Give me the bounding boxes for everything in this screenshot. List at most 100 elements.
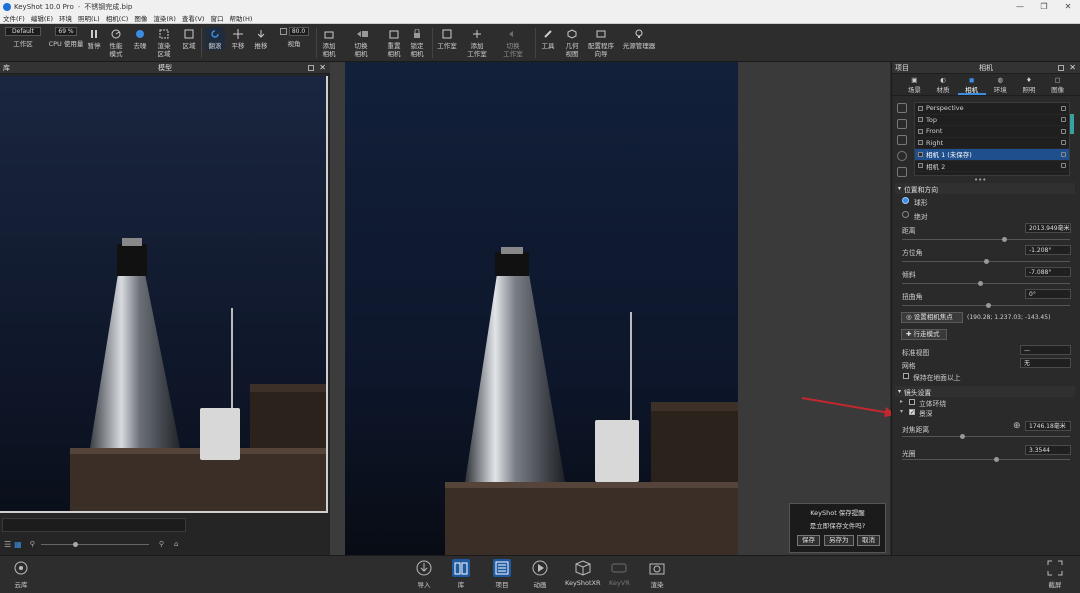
- zoom-out-icon[interactable]: ⚲: [30, 540, 35, 548]
- walk-mode-button[interactable]: ✚ 行走模式: [901, 329, 947, 340]
- set-pivot-button[interactable]: ◎ 设置相机焦点: [901, 312, 963, 323]
- camera-list-item[interactable]: 相机 2: [915, 161, 1069, 172]
- tab-camera[interactable]: ◼ 相机: [957, 74, 986, 95]
- tab-scene[interactable]: ▣ 场景: [900, 74, 928, 95]
- tab-lighting[interactable]: ♦ 照明: [1015, 74, 1043, 95]
- lock-icon[interactable]: [1061, 128, 1066, 134]
- menu-environment[interactable]: 环境: [59, 13, 72, 23]
- camera-list-item-selected[interactable]: 相机 1 (未保存): [915, 149, 1069, 161]
- menu-edit[interactable]: 编辑(E): [31, 13, 53, 23]
- menu-help[interactable]: 帮助(H): [229, 13, 252, 23]
- tumble-button[interactable]: 翻滚: [205, 27, 225, 50]
- light-manager-button[interactable]: 光源管理器: [622, 27, 656, 50]
- switch-camera-button[interactable]: 切换 相机: [347, 27, 375, 58]
- undock-icon[interactable]: [308, 64, 314, 71]
- configurator-wizard-button[interactable]: 配置程序 向导: [587, 27, 615, 58]
- grid-select[interactable]: 无: [1020, 358, 1071, 368]
- fov-field[interactable]: 80.0: [288, 27, 309, 36]
- lock-icon[interactable]: [1061, 140, 1066, 146]
- close-window-button[interactable]: ✕: [1056, 0, 1080, 13]
- close-panel-icon[interactable]: ✕: [1069, 63, 1076, 72]
- switch-studio-button[interactable]: 切换 工作室: [497, 27, 529, 58]
- inclination-slider[interactable]: [902, 281, 1070, 286]
- studio-button[interactable]: 工作室: [436, 27, 458, 50]
- cloud-library-button[interactable]: 云库: [12, 559, 30, 589]
- menu-render[interactable]: 渲染(R): [153, 13, 176, 23]
- undock-icon[interactable]: [1058, 64, 1064, 71]
- library-search-input[interactable]: [2, 518, 186, 532]
- save-button[interactable]: 保存: [797, 535, 820, 546]
- menu-camera[interactable]: 相机(C): [106, 13, 129, 23]
- focus-distance-slider[interactable]: [902, 434, 1070, 439]
- lock-icon[interactable]: [1061, 105, 1066, 111]
- pause-button[interactable]: 暂停: [86, 27, 102, 50]
- dolly-button[interactable]: 推移: [252, 27, 270, 50]
- geometry-view-button[interactable]: 几何 视图: [561, 27, 583, 58]
- list-view-icon[interactable]: ☰: [4, 540, 11, 549]
- workspace-select[interactable]: Default: [5, 27, 41, 36]
- minimize-button[interactable]: —: [1008, 0, 1032, 13]
- camera-list-item[interactable]: Right: [915, 138, 1069, 149]
- duplicate-camera-icon[interactable]: [897, 119, 907, 129]
- project-button[interactable]: 项目: [493, 559, 511, 589]
- render-region-button[interactable]: 渲染 区域: [154, 27, 174, 58]
- reset-camera-button[interactable]: 重置 相机: [385, 27, 403, 58]
- close-panel-icon[interactable]: ✕: [319, 63, 326, 72]
- menu-file[interactable]: 文件(F): [3, 13, 25, 23]
- distance-field[interactable]: 2013.949毫米: [1025, 223, 1071, 233]
- position-section-header[interactable]: ▾ 位置和方向: [895, 183, 1075, 194]
- menu-lighting[interactable]: 照明(L): [78, 13, 100, 23]
- add-camera-button[interactable]: 添加 相机: [320, 27, 338, 58]
- render-button[interactable]: 渲染: [648, 559, 666, 589]
- cpu-usage-field[interactable]: 69 %: [55, 27, 77, 36]
- library-button[interactable]: 库: [452, 559, 470, 589]
- inclination-field[interactable]: -7.088°: [1025, 267, 1071, 277]
- twist-field[interactable]: 0°: [1025, 289, 1071, 299]
- stereo-checkbox[interactable]: [909, 399, 915, 405]
- fstop-field[interactable]: 3.3544: [1025, 445, 1071, 455]
- twist-slider[interactable]: [902, 303, 1070, 308]
- lock-icon[interactable]: [1061, 151, 1066, 157]
- tab-image[interactable]: ▢ 图像: [1044, 74, 1072, 95]
- grid-view-icon[interactable]: ▦: [14, 540, 22, 549]
- save-as-button[interactable]: 另存为: [824, 535, 854, 546]
- menu-image[interactable]: 图像: [134, 13, 147, 23]
- menu-window[interactable]: 窗口: [210, 13, 223, 23]
- tab-environment[interactable]: ◍ 环境: [986, 74, 1014, 95]
- delete-camera-icon[interactable]: [897, 135, 907, 145]
- lock-camera-button[interactable]: 锁定 相机: [408, 27, 426, 58]
- lens-section-header[interactable]: ▾ 镜头设置: [895, 386, 1075, 397]
- keyvr-button[interactable]: KeyVR: [609, 559, 630, 587]
- denoise-button[interactable]: 去噪: [131, 27, 149, 50]
- fstop-slider[interactable]: [902, 457, 1070, 462]
- camera-list-item[interactable]: Perspective: [915, 103, 1069, 115]
- tools-button[interactable]: 工具: [539, 27, 557, 50]
- add-camera-side-icon[interactable]: [897, 103, 907, 113]
- performance-mode-button[interactable]: 性能 模式: [107, 27, 125, 58]
- lock-icon[interactable]: [1061, 163, 1066, 169]
- distance-slider[interactable]: [902, 237, 1070, 242]
- add-studio-button[interactable]: 添加 工作室: [464, 27, 490, 58]
- azimuth-field[interactable]: -1.208°: [1025, 245, 1071, 255]
- dof-expand-icon[interactable]: ▾: [900, 408, 903, 415]
- radio-absolute[interactable]: [902, 211, 909, 218]
- save-camera-icon[interactable]: [897, 167, 907, 177]
- stereo-expand-icon[interactable]: ▸: [900, 398, 903, 405]
- radio-orbit[interactable]: [902, 197, 909, 204]
- region-button[interactable]: 区域: [180, 27, 198, 50]
- zoom-in-icon[interactable]: ⚲: [159, 540, 164, 548]
- cancel-button[interactable]: 取消: [857, 535, 880, 546]
- camera-list-item[interactable]: Top: [915, 115, 1069, 126]
- import-button[interactable]: 导入: [415, 559, 433, 589]
- thumbnail-size-slider[interactable]: [40, 541, 149, 547]
- library-tab-label[interactable]: 库: [3, 63, 10, 73]
- dof-checkbox[interactable]: ✓: [909, 409, 915, 416]
- reset-camera-side-icon[interactable]: [897, 151, 907, 161]
- azimuth-slider[interactable]: [902, 259, 1070, 264]
- pan-button[interactable]: 平移: [229, 27, 247, 50]
- camera-list-item[interactable]: Front: [915, 126, 1069, 138]
- screenshot-button[interactable]: 截屏: [1046, 559, 1064, 589]
- keep-above-ground-checkbox[interactable]: [903, 373, 909, 379]
- keyshotxr-button[interactable]: KeyShotXR: [565, 559, 601, 587]
- lock-icon[interactable]: [1061, 117, 1066, 123]
